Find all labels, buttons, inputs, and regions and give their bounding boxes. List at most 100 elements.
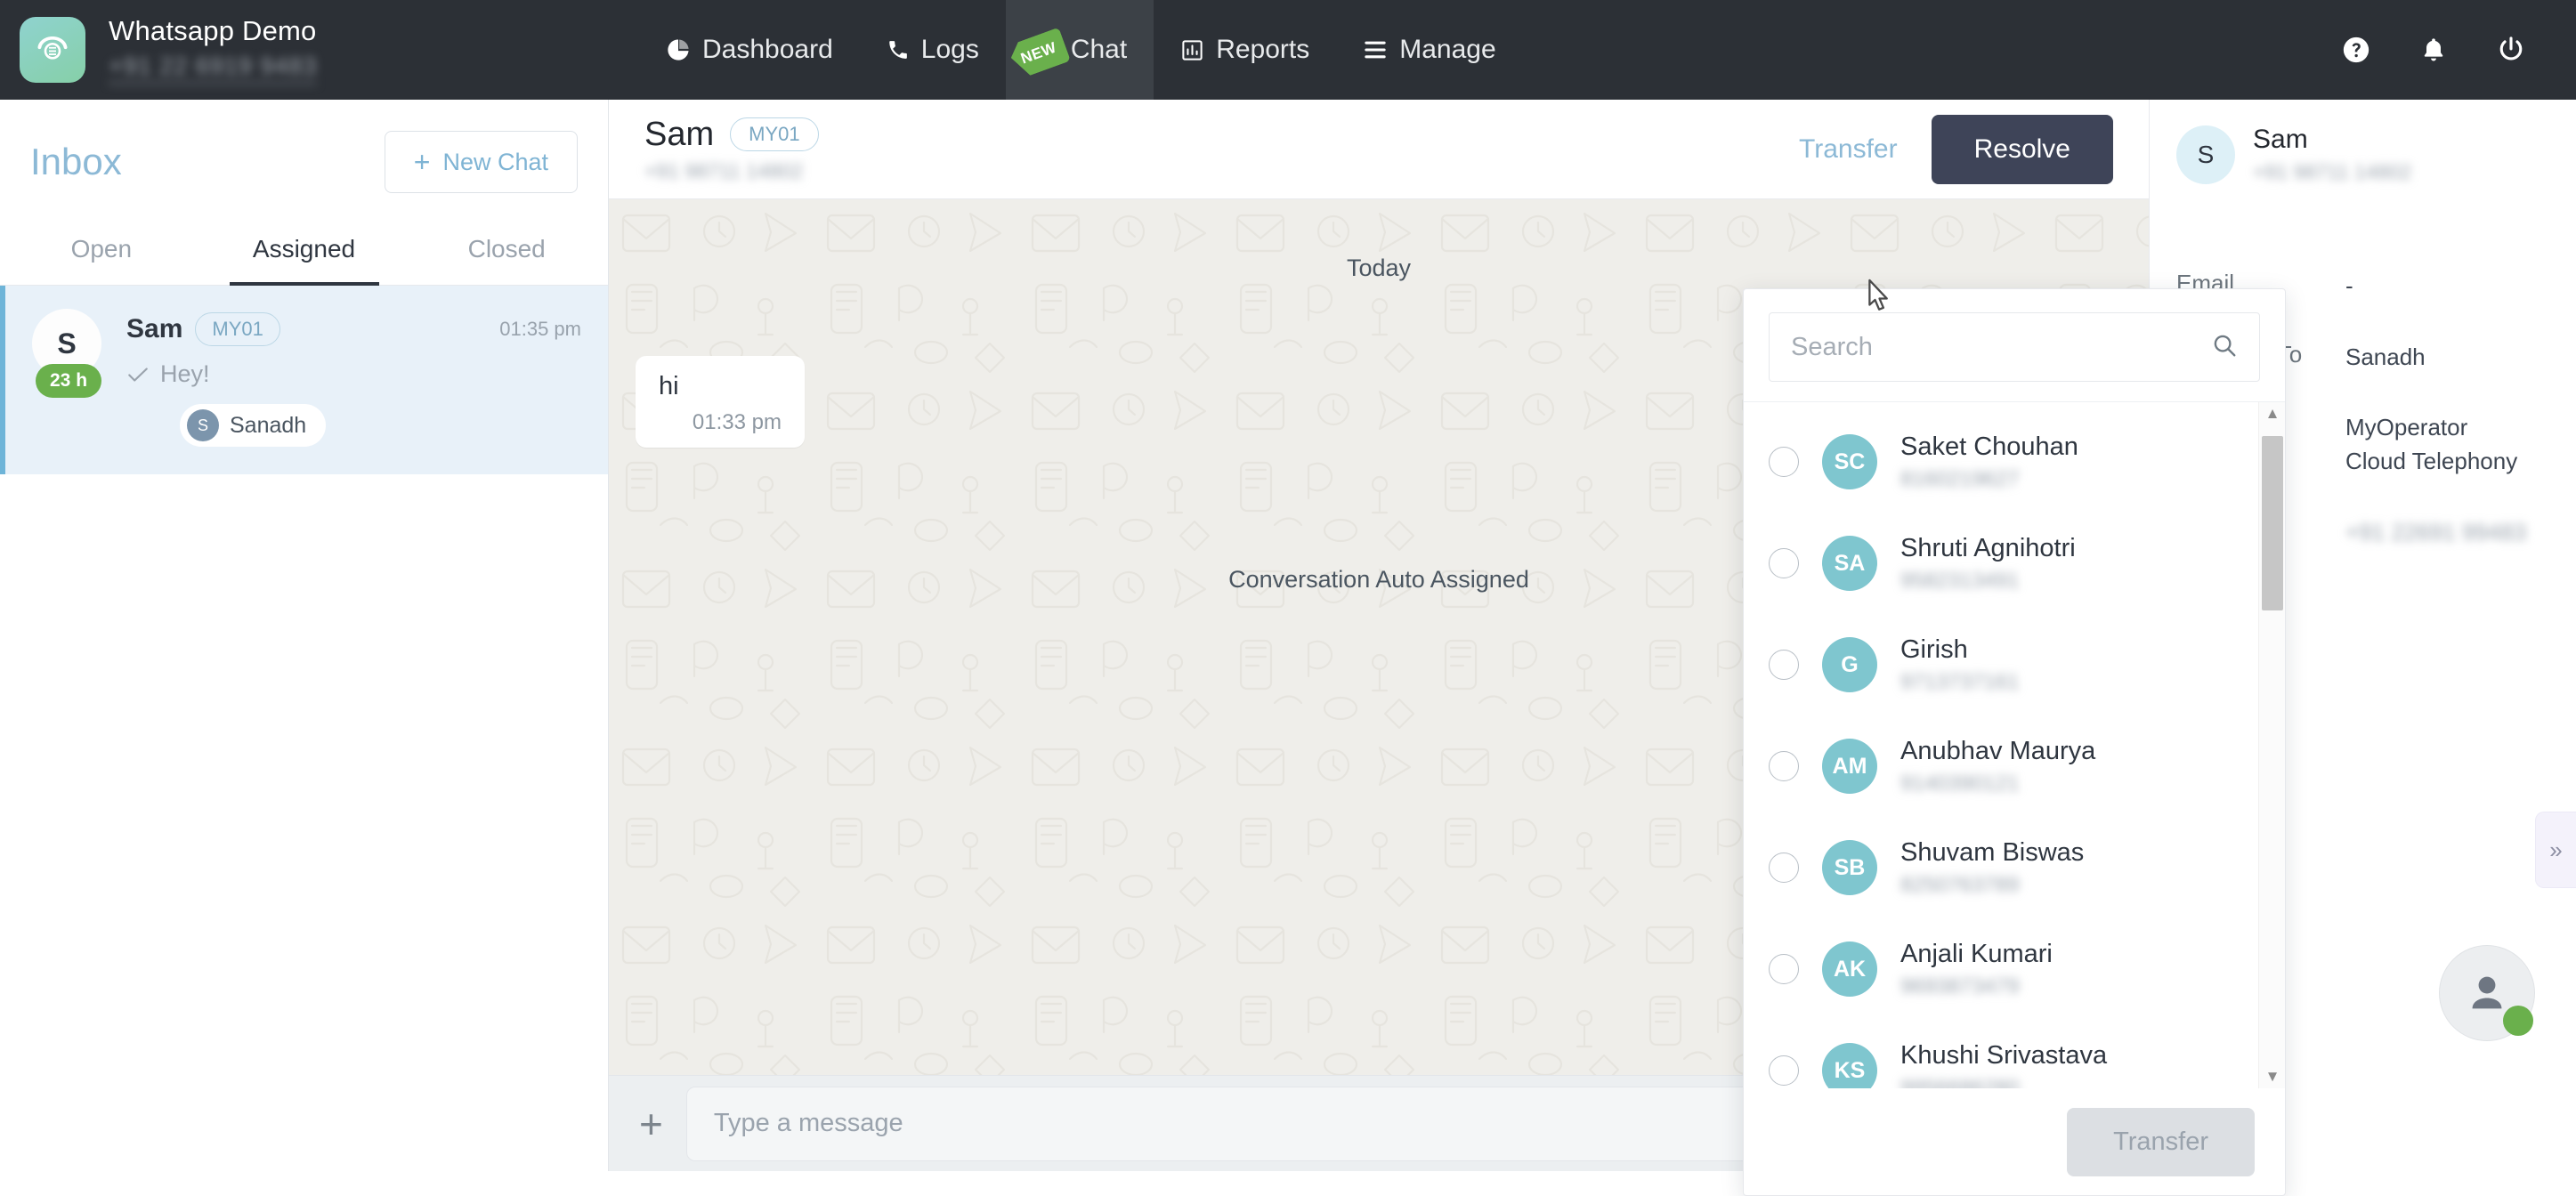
agent-avatar: SA xyxy=(1822,536,1877,591)
agent-name: Khushi Srivastava xyxy=(1900,1041,2107,1071)
transfer-confirm-button[interactable]: Transfer xyxy=(2067,1108,2255,1176)
details-phone: +91 98711 14802 xyxy=(2253,160,2411,184)
attach-icon[interactable]: + xyxy=(639,1103,663,1144)
message-time: 01:33 pm xyxy=(659,410,782,435)
pie-chart-icon xyxy=(666,37,691,62)
agent-phone: 9140390121 xyxy=(1900,772,2095,796)
tab-closed[interactable]: Closed xyxy=(405,219,608,285)
tab-assigned-label: Assigned xyxy=(253,235,355,263)
agent-phone: 9956686280 xyxy=(1900,1076,2107,1089)
nav-item-reports[interactable]: Reports xyxy=(1154,0,1336,100)
conversation-preview: Hey! xyxy=(160,360,210,388)
hamburger-icon xyxy=(1363,39,1388,61)
nav-item-logs[interactable]: Logs xyxy=(860,0,1006,100)
message-input[interactable] xyxy=(714,1109,1802,1138)
nav-label-reports: Reports xyxy=(1216,35,1309,65)
agent-radio[interactable] xyxy=(1769,751,1799,781)
agent-list-item[interactable]: KS Khushi Srivastava 9956686280 xyxy=(1744,1020,2285,1088)
agent-avatar: SC xyxy=(1822,434,1877,489)
transfer-search-box xyxy=(1769,312,2260,382)
inbox-tabs: Open Assigned Closed xyxy=(0,219,608,286)
agent-list-item[interactable]: SA Shruti Agnihotri 9582313491 xyxy=(1744,513,2285,614)
nav-item-dashboard[interactable]: Dashboard xyxy=(639,0,860,100)
bell-icon[interactable] xyxy=(2419,35,2448,65)
chevron-double-right-icon[interactable]: » xyxy=(2535,812,2576,888)
agent-phone: 9582313491 xyxy=(1900,569,2076,594)
resolve-button[interactable]: Resolve xyxy=(1932,115,2113,184)
agent-list-item[interactable]: SB Shuvam Biswas 8250763789 xyxy=(1744,817,2285,918)
nav-right-icons xyxy=(2341,35,2576,65)
agent-phone: 9693873479 xyxy=(1900,974,2053,999)
conversation-name: Sam xyxy=(126,314,182,344)
transfer-dropdown: SC Saket Chouhan 8160219627 SA Shruti Ag… xyxy=(1743,288,2286,1196)
power-icon[interactable] xyxy=(2496,35,2526,65)
transfer-list-scrollbar[interactable]: ▲ ▼ xyxy=(2258,402,2285,1088)
conversation-assigned-agent: S Sanadh xyxy=(180,404,326,447)
chat-header: Sam MY01 +91 98711 14802 Transfer Resolv… xyxy=(609,100,2149,199)
details-value: Sanadh xyxy=(2345,341,2426,375)
search-input[interactable] xyxy=(1791,333,2211,362)
agent-name: Girish xyxy=(1900,635,2019,665)
agent-radio[interactable] xyxy=(1769,1055,1799,1086)
plus-icon: + xyxy=(414,148,431,176)
tab-assigned[interactable]: Assigned xyxy=(203,219,406,285)
agent-radio[interactable] xyxy=(1769,853,1799,883)
agent-list-item[interactable]: AM Anubhav Maurya 9140390121 xyxy=(1744,715,2285,817)
chat-contact-name: Sam xyxy=(644,116,714,154)
tab-open-label: Open xyxy=(71,235,133,263)
agent-avatar: AM xyxy=(1822,739,1877,794)
agent-radio[interactable] xyxy=(1769,650,1799,680)
sla-badge: 23 h xyxy=(36,364,101,398)
brand-block: Whatsapp Demo +91 22 6919 9483 xyxy=(0,15,623,85)
agent-name: Shuvam Biswas xyxy=(1900,838,2084,868)
help-icon[interactable] xyxy=(2341,35,2371,65)
agent-radio[interactable] xyxy=(1769,447,1799,477)
triangle-down-icon[interactable]: ▼ xyxy=(2259,1065,2285,1088)
transfer-button[interactable]: Transfer xyxy=(1799,134,1898,165)
nav-label-chat: Chat xyxy=(1071,35,1127,65)
details-avatar: S xyxy=(2176,125,2235,184)
tab-open[interactable]: Open xyxy=(0,219,203,285)
check-icon xyxy=(126,366,150,384)
conversation-avatar-wrap: S 23 h xyxy=(32,309,114,444)
transfer-search-wrap xyxy=(1744,289,2285,402)
details-value: MyOperator Cloud Telephony xyxy=(2345,411,2532,478)
new-chat-label: New Chat xyxy=(442,149,548,176)
agent-name: Anjali Kumari xyxy=(1900,940,2053,969)
nav-item-chat[interactable]: NEW Chat xyxy=(1006,0,1154,100)
agent-phone: 8250763789 xyxy=(1900,873,2084,898)
agent-name: Shruti Agnihotri xyxy=(1900,534,2076,563)
new-chat-button[interactable]: + New Chat xyxy=(385,131,578,193)
conversation-list-item[interactable]: S 23 h Sam MY01 01:35 pm Hey! S Sanadh xyxy=(0,286,608,474)
agent-avatar: KS xyxy=(1822,1043,1877,1088)
details-header: S Sam +91 98711 14802 xyxy=(2150,100,2576,184)
agent-radio[interactable] xyxy=(1769,954,1799,984)
agent-list-item[interactable]: AK Anjali Kumari 9693873479 xyxy=(1744,918,2285,1020)
conversation-top-row: Sam MY01 01:35 pm xyxy=(126,312,581,346)
workspace: Inbox + New Chat Open Assigned Closed S … xyxy=(0,100,2576,1171)
agent-avatar: S xyxy=(187,409,219,441)
agent-list-item[interactable]: G Girish 9713737161 xyxy=(1744,614,2285,715)
scrollbar-thumb[interactable] xyxy=(2262,436,2283,610)
chat-header-actions: Transfer Resolve xyxy=(1799,115,2113,184)
search-icon[interactable] xyxy=(2211,332,2238,363)
nav-label-logs: Logs xyxy=(921,35,979,65)
conversation-tag: MY01 xyxy=(195,312,279,346)
inbox-panel: Inbox + New Chat Open Assigned Closed S … xyxy=(0,100,609,1171)
chat-header-identity: Sam MY01 +91 98711 14802 xyxy=(644,116,819,183)
agent-list-item[interactable]: SC Saket Chouhan 8160219627 xyxy=(1744,411,2285,513)
phone-ring-icon xyxy=(35,32,70,68)
details-name: Sam xyxy=(2253,125,2411,155)
transfer-footer: Transfer xyxy=(1744,1088,2285,1195)
new-badge: NEW xyxy=(1007,28,1071,80)
agent-avatar: G xyxy=(1822,637,1877,692)
conversation-preview-row: Hey! xyxy=(126,360,581,388)
agent-phone: 9713737161 xyxy=(1900,670,2019,695)
agent-radio[interactable] xyxy=(1769,548,1799,578)
nav-item-manage[interactable]: Manage xyxy=(1336,0,1522,100)
triangle-up-icon[interactable]: ▲ xyxy=(2259,402,2285,425)
system-note: Conversation Auto Assigned xyxy=(1228,566,1529,594)
agent-avatar: AK xyxy=(1822,941,1877,997)
transfer-agent-list[interactable]: SC Saket Chouhan 8160219627 SA Shruti Ag… xyxy=(1744,402,2285,1088)
chat-contact-phone: +91 98711 14802 xyxy=(644,159,819,183)
